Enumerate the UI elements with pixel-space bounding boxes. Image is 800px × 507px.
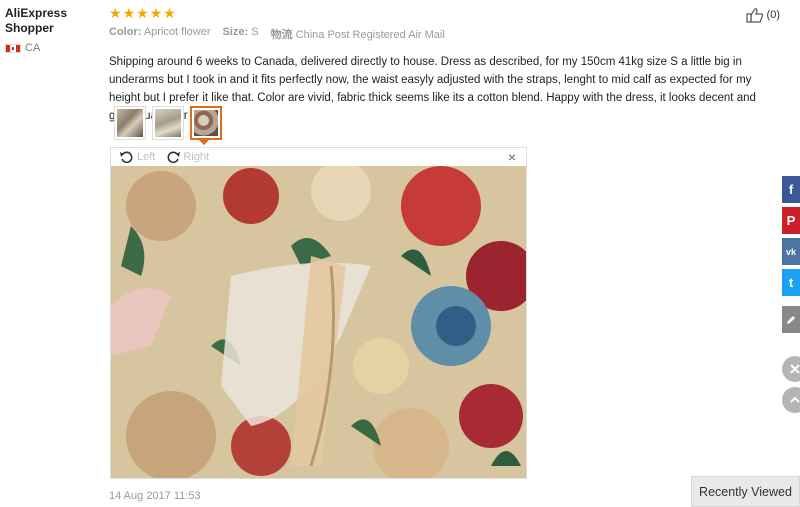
star-icon: ★	[163, 5, 176, 21]
image-viewer: Left Right ×	[110, 147, 527, 479]
star-icon: ★	[122, 5, 136, 21]
edit-button[interactable]	[782, 306, 800, 333]
vk-share-button[interactable]: vk	[782, 238, 800, 265]
helpful-count: (0)	[766, 9, 780, 21]
rotate-right-button[interactable]: Right	[165, 150, 209, 164]
facebook-icon: f	[788, 182, 794, 197]
attr-color: Color: Apricot flower	[109, 26, 211, 38]
close-circle-button[interactable]	[782, 356, 800, 382]
order-attributes: Color: Apricot flower Size: S 物流 China P…	[109, 26, 445, 42]
star-rating: ★ ★ ★ ★ ★	[109, 6, 176, 20]
share-bar: f P vk t	[782, 176, 800, 337]
star-icon: ★	[149, 5, 163, 21]
recently-viewed-button[interactable]: Recently Viewed	[691, 476, 800, 507]
vk-icon: vk	[785, 246, 796, 257]
rotate-right-icon	[167, 151, 181, 163]
buyer-name: AliExpress Shopper	[5, 6, 68, 35]
pencil-icon	[787, 315, 795, 324]
review-thumbnail-3[interactable]	[190, 106, 222, 140]
star-icon: ★	[109, 5, 122, 21]
canada-flag-icon	[5, 43, 21, 53]
buyer-info: AliExpress Shopper CA	[5, 6, 95, 54]
twitter-share-button[interactable]: t	[782, 269, 800, 296]
facebook-share-button[interactable]: f	[782, 176, 800, 203]
review-photo	[111, 166, 526, 478]
rotate-left-button[interactable]: Left	[119, 150, 155, 164]
review-date: 14 Aug 2017 11:53	[109, 490, 201, 502]
buyer-country: CA	[5, 42, 95, 54]
twitter-icon: t	[788, 275, 794, 290]
rotate-left-icon	[120, 151, 133, 163]
pinterest-share-button[interactable]: P	[782, 207, 800, 234]
helpful-button[interactable]: (0)	[745, 7, 780, 23]
viewer-toolbar: Left Right	[111, 148, 526, 165]
pinterest-icon: P	[786, 213, 796, 228]
scroll-top-button[interactable]	[782, 387, 800, 413]
review-thumbnail-1[interactable]	[114, 106, 146, 140]
close-viewer-button[interactable]: ×	[508, 150, 516, 164]
thumbs-up-icon[interactable]	[745, 7, 764, 23]
active-thumb-indicator	[199, 140, 209, 145]
review-thumbnails	[114, 106, 222, 140]
star-icon: ★	[136, 5, 149, 21]
attr-size: Size: S	[222, 26, 259, 38]
attr-shipping: 物流 China Post Registered Air Mail	[270, 29, 445, 41]
review-thumbnail-2[interactable]	[152, 106, 184, 140]
chevron-up-icon	[790, 396, 800, 403]
close-icon	[790, 364, 800, 374]
